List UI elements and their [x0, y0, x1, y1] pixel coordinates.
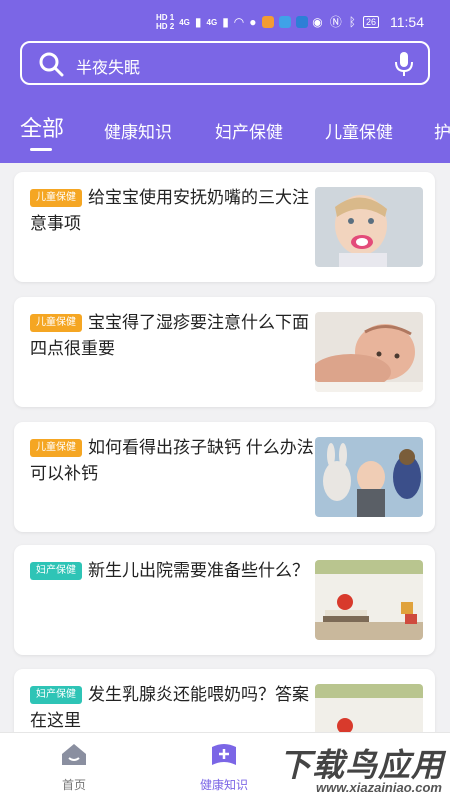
home-icon [62, 744, 86, 765]
nav-health-knowledge[interactable]: 健康知识 [184, 741, 264, 793]
article-card[interactable]: 儿童保健 如何看得出孩子缺钙 什么办法可以补钙 [14, 422, 435, 532]
network-indicator-2: 4G [206, 17, 218, 27]
category-tag: 妇产保健 [30, 562, 82, 580]
app-notification-icon [261, 16, 274, 28]
hd-indicator: HD 1 HD 2 [156, 13, 175, 31]
tab-maternal-care[interactable]: 妇产保健 [215, 118, 283, 143]
article-card[interactable]: 儿童保健 给宝宝使用安抚奶嘴的三大注意事项 [14, 172, 435, 282]
article-title: 新生儿出院需要准备些什么？ [88, 561, 309, 580]
bluetooth-icon: ᛒ [348, 14, 356, 29]
app-notification-icon [295, 16, 308, 28]
network-indicator: 4G [179, 17, 190, 27]
clock: 11:54 [390, 13, 424, 30]
article-thumbnail [315, 437, 423, 517]
nav-health-knowledge-label: 健康知识 [199, 778, 248, 792]
header: HD 1 HD 2 4G ▮ 4G ▮ ◠ ● ◉ Ⓝ ᛒ 26 11:54 半夜… [0, 0, 450, 163]
category-tag: 儿童保健 [30, 314, 82, 332]
category-tag: 儿童保健 [30, 439, 82, 457]
health-knowledge-icon [212, 744, 236, 765]
microphone-icon[interactable] [394, 51, 414, 77]
status-bar: HD 1 HD 2 4G ▮ 4G ▮ ◠ ● ◉ Ⓝ ᛒ 26 11:54 [0, 0, 450, 40]
search-bar[interactable]: 半夜失眠 [20, 41, 430, 85]
signal-icon: ▮ [194, 15, 202, 29]
tab-more[interactable]: 护 [434, 118, 450, 143]
nfc-icon: Ⓝ [329, 15, 342, 29]
watermark: 下载鸟应用 www.xiazainiao.com [268, 740, 450, 800]
search-icon [39, 52, 64, 77]
battery-indicator: 26 [362, 15, 379, 28]
article-card[interactable]: 妇产保健 新生儿出院需要准备些什么？ [14, 545, 435, 655]
article-thumbnail [315, 560, 423, 640]
tab-child-care[interactable]: 儿童保健 [325, 118, 393, 143]
article-thumbnail [315, 312, 423, 392]
category-tag: 儿童保健 [30, 189, 82, 207]
tab-health-knowledge[interactable]: 健康知识 [104, 118, 172, 143]
tab-all[interactable]: 全部 [20, 111, 64, 143]
watermark-url: www.xiazainiao.com [316, 780, 442, 795]
category-tabs: 全部 健康知识 妇产保健 儿童保健 护 [0, 108, 450, 158]
signal-icon-2: ▮ [222, 15, 229, 29]
category-tag: 妇产保健 [30, 686, 82, 704]
eye-icon: ◉ [312, 14, 323, 29]
article-thumbnail [315, 187, 423, 267]
article-card[interactable]: 儿童保健 宝宝得了湿疹要注意什么下面四点很重要 [14, 297, 435, 407]
nav-home[interactable]: 首页 [34, 741, 114, 793]
app-notification-icon [278, 16, 291, 28]
chat-icon: ● [249, 15, 257, 29]
wifi-icon: ◠ [233, 15, 245, 29]
active-tab-indicator [30, 148, 52, 151]
search-input[interactable]: 半夜失眠 [76, 54, 140, 78]
nav-home-label: 首页 [61, 778, 86, 792]
